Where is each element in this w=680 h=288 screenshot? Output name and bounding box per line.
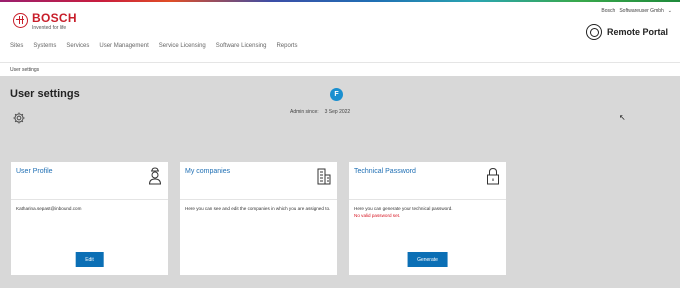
brand-tagline: Invented for life xyxy=(32,25,67,31)
admin-since: Admin since: 3 Sep 2022 xyxy=(290,109,350,115)
card-title: My companies xyxy=(185,168,231,175)
nav-sites[interactable]: Sites xyxy=(10,43,23,49)
building-icon xyxy=(317,168,331,185)
chevron-down-icon: ⌄ xyxy=(667,8,672,14)
user-icon xyxy=(148,167,162,185)
card-divider xyxy=(11,199,168,200)
edit-profile-button[interactable]: Edit xyxy=(75,252,104,267)
password-warning: No valid password set. xyxy=(354,213,401,218)
nav-user-management[interactable]: User Management xyxy=(99,43,148,49)
main-nav: Sites Systems Services User Management S… xyxy=(10,43,297,49)
portal-branding: Remote Portal xyxy=(585,24,668,40)
card-title: User Profile xyxy=(16,168,53,175)
user-avatar-badge[interactable]: F xyxy=(330,88,343,101)
card-title: Technical Password xyxy=(354,168,416,175)
lock-icon xyxy=(487,167,499,185)
nav-service-licensing[interactable]: Service Licensing xyxy=(159,43,206,49)
top-header: BOSCH Invented for life Bosch Softwareus… xyxy=(0,2,680,62)
page-title: User settings xyxy=(10,88,80,100)
globe-icon xyxy=(585,24,602,40)
card-divider xyxy=(180,199,337,200)
portal-title: Remote Portal xyxy=(606,27,668,37)
brand-name: BOSCH xyxy=(32,11,77,25)
user-name: Bosch xyxy=(601,8,616,14)
bosch-armature-icon xyxy=(13,13,28,28)
nav-systems[interactable]: Systems xyxy=(33,43,56,49)
admin-since-label: Admin since: xyxy=(290,109,319,115)
my-companies-card[interactable]: My companies Here you can see and edit t… xyxy=(180,162,337,275)
nav-services[interactable]: Services xyxy=(66,43,89,49)
gear-icon xyxy=(13,112,25,124)
user-profile-card: User Profile Katharina.sepast@inbound.co… xyxy=(11,162,168,275)
card-divider xyxy=(349,199,506,200)
nav-software-licensing[interactable]: Software Licensing xyxy=(216,43,267,49)
companies-description: Here you can see and edit the companies … xyxy=(185,206,331,211)
technical-password-card: Technical Password Here you can generate… xyxy=(349,162,506,275)
nav-reports[interactable]: Reports xyxy=(276,43,297,49)
breadcrumb-bar: User settings xyxy=(0,62,680,76)
breadcrumb[interactable]: User settings xyxy=(10,67,39,73)
user-email: Katharina.sepast@inbound.com xyxy=(16,206,82,211)
admin-since-date: 3 Sep 2022 xyxy=(324,109,351,115)
mouse-cursor-icon: ↖ xyxy=(619,113,626,122)
generate-password-button[interactable]: Generate xyxy=(407,252,448,267)
bosch-logo[interactable]: BOSCH Invented for life xyxy=(13,12,77,31)
user-menu[interactable]: Bosch Softwareuser Gmbh ⌄ xyxy=(601,8,672,14)
password-description: Here you can generate your technical pas… xyxy=(354,206,453,211)
user-company: Softwareuser Gmbh xyxy=(619,8,664,14)
